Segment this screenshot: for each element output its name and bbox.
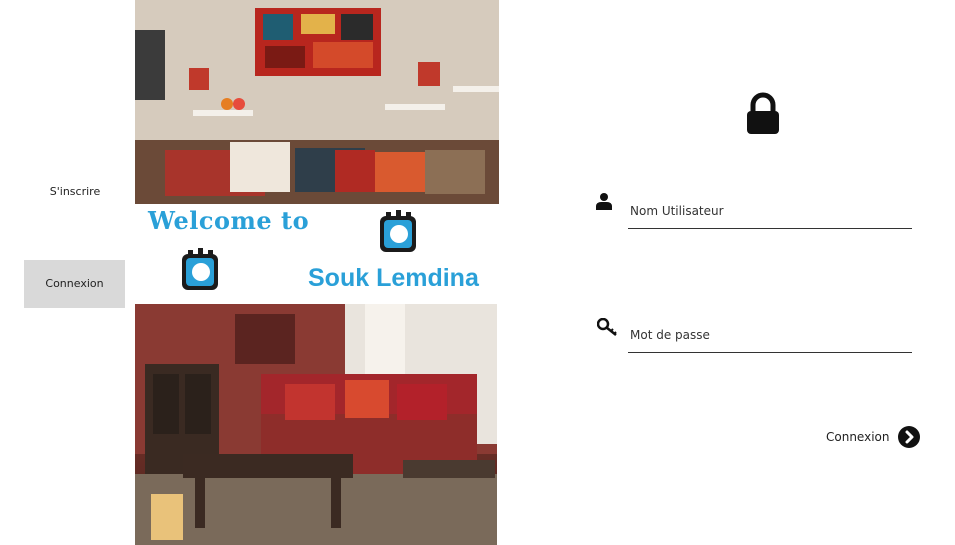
password-field[interactable] — [628, 317, 912, 353]
souk-lemdina-logo — [178, 248, 224, 296]
chevron-right-circle-icon[interactable] — [897, 426, 920, 448]
signup-link[interactable]: S'inscrire — [20, 180, 130, 204]
login-submit-label: Connexion — [826, 430, 890, 444]
login-nav-button[interactable]: Connexion — [24, 260, 125, 308]
user-icon — [595, 192, 613, 210]
welcome-text: Welcome to — [148, 206, 310, 235]
brand-title: Souk Lemdina — [308, 264, 479, 292]
interior-photo-bottom — [135, 304, 497, 545]
key-icon — [596, 317, 619, 338]
interior-photo-top — [135, 0, 499, 204]
lock-icon — [744, 92, 782, 136]
username-field[interactable] — [628, 193, 912, 229]
souk-lemdina-logo — [376, 210, 422, 258]
login-submit-button[interactable]: Connexion — [826, 425, 920, 449]
